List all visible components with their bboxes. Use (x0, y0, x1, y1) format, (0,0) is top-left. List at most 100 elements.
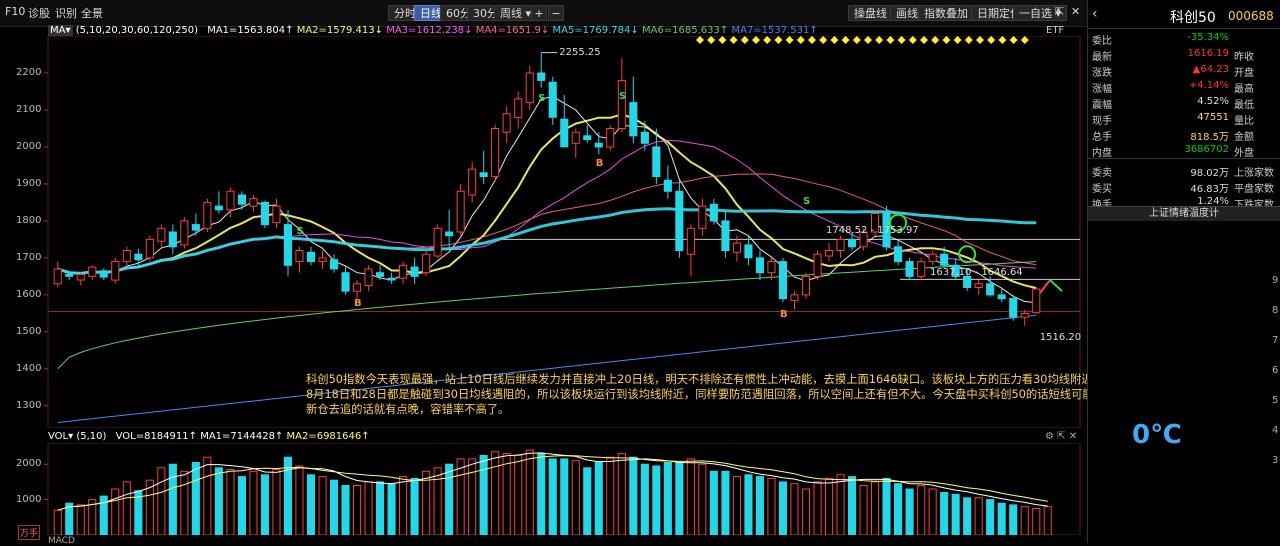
vol-panel-controls[interactable]: ⚙ ⇱ ✕ (1045, 431, 1077, 442)
zoom-in-button[interactable]: + (531, 5, 547, 21)
green-arrow (1049, 279, 1063, 292)
candle (341, 272, 350, 292)
volume-bar (571, 460, 580, 535)
close-icon[interactable]: ✕ (1071, 5, 1080, 18)
vol-y-tick-2000: 2000 (16, 458, 42, 470)
candle (813, 253, 822, 277)
quote-key-2: 开盘 (1234, 68, 1254, 79)
candle (525, 72, 534, 104)
signal-diamond (998, 36, 1007, 44)
low-price-label: 1516.20 (1039, 331, 1082, 343)
quote-value: 4.52% (1197, 96, 1229, 107)
y-tick-2200: 2200 (16, 66, 42, 78)
gap1-label: 1748.52 - 1753.97 (826, 225, 919, 237)
volume-bar (445, 463, 454, 535)
volume-bar (203, 456, 212, 535)
ma4-value: MA4=1651.9↓ (475, 25, 550, 36)
volume-bar (514, 454, 523, 535)
quote-row: 总手 818.5万 金额 (1088, 126, 1280, 143)
volume-bar (191, 462, 200, 535)
back-chevron-icon[interactable]: ‹ (1092, 6, 1098, 22)
volume-bar (422, 470, 431, 535)
vol-value: VOL=8184911↑ (115, 431, 197, 442)
signal-diamond (740, 36, 749, 44)
quote-key: 总手 (1092, 132, 1112, 143)
volume-bar (1032, 508, 1041, 535)
candle (468, 168, 477, 196)
volume-bar (848, 476, 857, 535)
candle (260, 201, 269, 226)
volume-bar (882, 477, 891, 535)
ma-menu[interactable]: MA▾ (48, 25, 73, 36)
volume-bar (237, 476, 246, 535)
zoom-out-button[interactable]: − (548, 5, 564, 21)
vol-legend: VOL▾ (5,10) VOL=8184911↑ MA1=7144428↑ MA… (48, 431, 370, 442)
panorama-link[interactable]: 全景 (81, 5, 103, 21)
sell-signal-label: S (538, 92, 546, 104)
volume-bar (260, 474, 269, 535)
restore-icon[interactable]: ⇱ (1055, 5, 1064, 18)
volume-bar (1020, 506, 1029, 535)
y-tick-1800: 1800 (16, 214, 42, 226)
candle (560, 118, 569, 148)
ma5-line (57, 96, 1037, 304)
signal-diamond (852, 36, 861, 44)
candle (686, 227, 695, 255)
candle (836, 238, 845, 251)
quote-key-2: 昨收 (1234, 52, 1254, 63)
gap2-label: 1637.10 - 1646.64 (930, 267, 1023, 279)
volume-bar (1043, 506, 1052, 535)
signal-diamond (964, 36, 973, 44)
signal-diamond (920, 36, 928, 44)
candle (698, 205, 707, 229)
signal-diamond (908, 36, 917, 44)
volume-bar (180, 470, 189, 535)
candle (479, 172, 488, 178)
temp-scale-tick: 7 (1272, 335, 1279, 346)
volume-bar (813, 481, 822, 535)
volume-bar (479, 454, 488, 535)
temp-scale-tick: 9 (1272, 275, 1279, 286)
signal-diamond (696, 36, 704, 44)
f10-link[interactable]: F10 (5, 5, 25, 18)
y-tick-1600: 1600 (16, 288, 42, 300)
identify-link[interactable]: 识别 (55, 5, 77, 21)
quote-value: -35.34% (1187, 32, 1229, 43)
volume-bar (387, 483, 396, 535)
quote-key-2: 金额 (1234, 132, 1254, 143)
quote-value: 47551 (1197, 112, 1229, 123)
temp-scale-tick: 4 (1272, 425, 1279, 436)
quote-value: +4.14% (1188, 80, 1229, 91)
candle (180, 220, 189, 246)
quote-row: 最新 1616.19 昨收 (1088, 46, 1280, 63)
volume-bar (295, 465, 304, 535)
candle (203, 201, 212, 229)
volume-bar (594, 462, 603, 535)
volume-bar (560, 458, 569, 535)
volume-bar (76, 504, 85, 535)
candle (111, 261, 120, 281)
vol-menu[interactable]: VOL▾ (48, 431, 73, 442)
ma-params: (5,10,20,30,60,120,250) (75, 25, 198, 36)
quote-key-2: 最高 (1234, 84, 1254, 95)
candle (226, 190, 235, 211)
signal-diamond (864, 36, 872, 44)
ma-legend: MA▾ (5,10,20,30,60,120,250) MA1=1563.804… (48, 25, 818, 36)
signal-diamond (875, 36, 884, 44)
volume-bar (168, 463, 177, 535)
volume-bar (928, 488, 937, 535)
candle (249, 198, 258, 207)
candle (433, 227, 442, 257)
quote-key: 内盘 (1092, 148, 1112, 159)
candle (894, 246, 903, 263)
volume-bar (801, 488, 811, 535)
quote-value: 818.5万 (1190, 132, 1229, 143)
volume-chart[interactable] (0, 443, 1087, 535)
vol-params: (5,10) (76, 431, 107, 442)
signal-diamond (830, 36, 839, 44)
diagnose-link[interactable]: 诊股 (28, 5, 50, 21)
candle (145, 238, 154, 259)
y-tick-1900: 1900 (16, 177, 42, 189)
volume-bar (663, 462, 672, 535)
candle (353, 283, 362, 292)
